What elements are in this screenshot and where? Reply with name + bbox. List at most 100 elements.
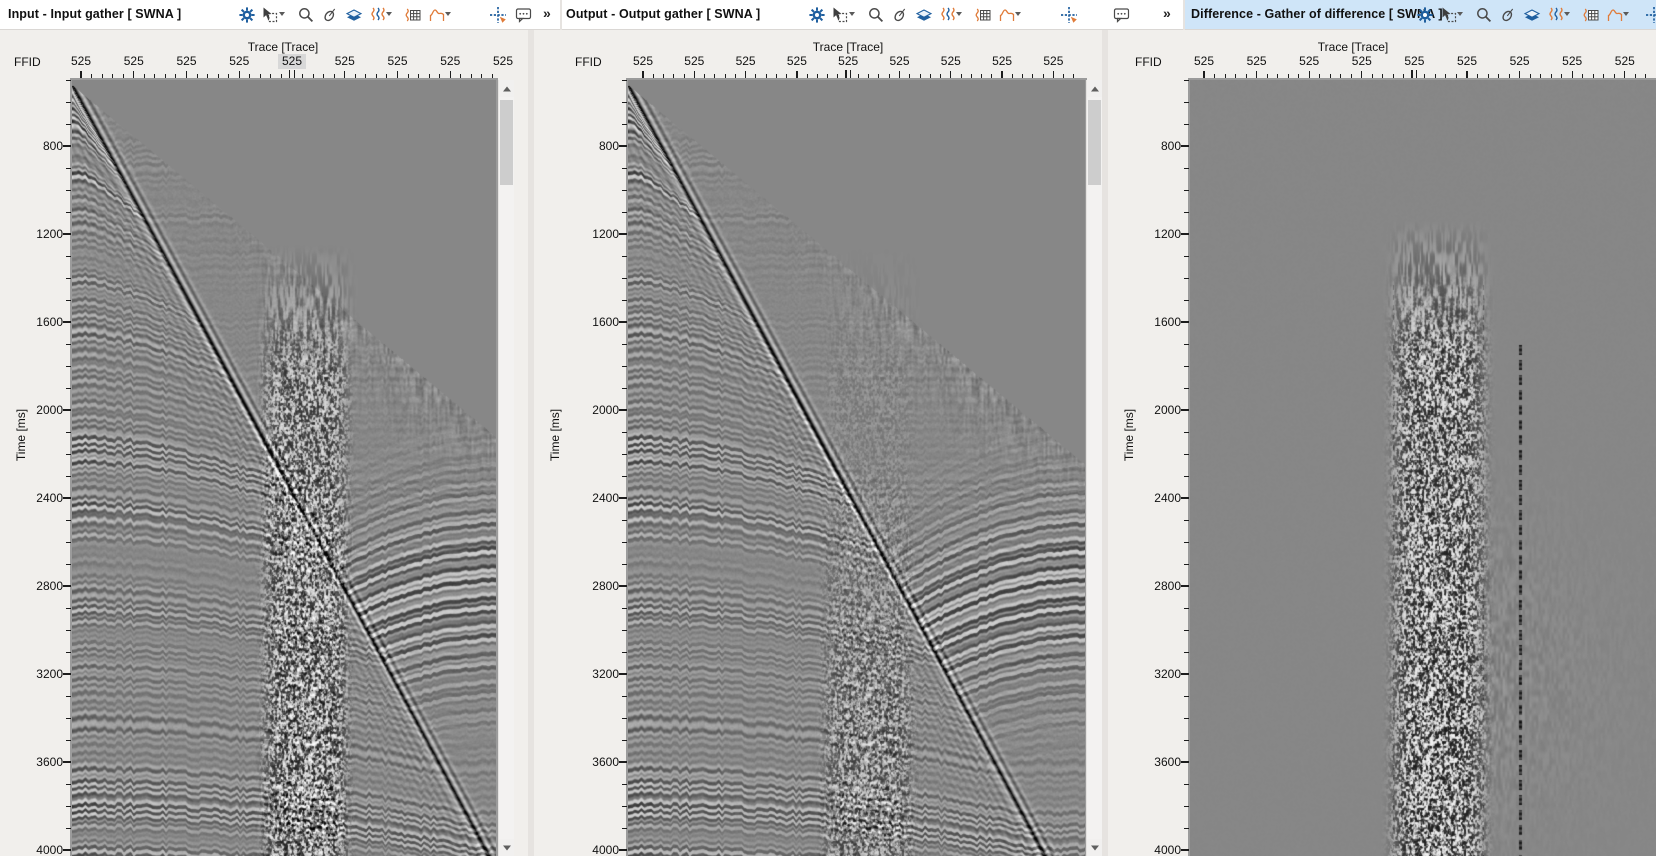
- panel-title: Input - Input gather [ SWNA ]: [8, 7, 182, 21]
- trace-axis-tick: [1298, 74, 1300, 78]
- gear-icon[interactable]: [238, 6, 256, 24]
- wiggle-icon[interactable]: [1547, 6, 1565, 24]
- trace-axis-tick: [207, 74, 209, 78]
- mouse-icon[interactable]: [891, 6, 909, 24]
- chevron-down-icon[interactable]: [1457, 12, 1463, 16]
- time-axis-tick: [622, 101, 627, 103]
- overflow-chevron-icon[interactable]: »: [543, 4, 551, 22]
- layers-icon[interactable]: [915, 6, 933, 24]
- seismic-image[interactable]: [72, 80, 496, 856]
- trace-tick-label: 525: [1509, 54, 1530, 68]
- time-tick-label: 3600: [592, 755, 619, 769]
- time-tick-label: 3600: [1154, 755, 1181, 769]
- vertical-scrollbar[interactable]: [498, 80, 514, 856]
- trace-axis-tick: [1319, 74, 1321, 78]
- trace-axis-tick: [1340, 74, 1342, 78]
- time-axis-tick: [1184, 541, 1189, 543]
- panel-header[interactable]: Input - Input gather [ SWNA ] »: [0, 0, 560, 30]
- panel-header[interactable]: Output - Output gather [ SWNA ] »: [562, 0, 1183, 30]
- chevron-down-icon[interactable]: [279, 12, 285, 16]
- panel-header[interactable]: Difference - Gather of difference [ SWNA…: [1185, 0, 1656, 30]
- scroll-down-button[interactable]: [1087, 839, 1102, 856]
- crosshair-icon[interactable]: [1060, 6, 1078, 24]
- scroll-up-button[interactable]: [499, 80, 514, 97]
- trace-axis-tick: [375, 74, 377, 78]
- grid-icon[interactable]: [404, 6, 422, 24]
- chevron-down-icon[interactable]: [1015, 12, 1021, 16]
- trace-axis-tick: [164, 74, 166, 78]
- zoom-icon[interactable]: [1475, 6, 1493, 24]
- trace-axis-tick: [673, 74, 675, 78]
- trace-axis-tick: [122, 74, 124, 78]
- trace-axis-tick: [683, 74, 685, 78]
- layers-icon[interactable]: [345, 6, 363, 24]
- crosshair-icon[interactable]: [489, 6, 507, 24]
- layers-icon[interactable]: [1523, 6, 1541, 24]
- time-axis-tick: [66, 189, 71, 191]
- scrollbar-thumb[interactable]: [500, 100, 513, 185]
- histogram-icon[interactable]: [1606, 6, 1624, 24]
- select-icon[interactable]: [261, 6, 279, 24]
- trace-axis-tick: [898, 71, 901, 78]
- zoom-icon[interactable]: [867, 6, 885, 24]
- scrollbar-thumb[interactable]: [1088, 100, 1101, 185]
- trace-axis-tick: [407, 74, 409, 78]
- time-axis-tick: [66, 431, 71, 433]
- trace-axis-tick: [491, 74, 493, 78]
- zoom-icon[interactable]: [297, 6, 315, 24]
- chevron-down-icon[interactable]: [956, 12, 962, 16]
- trace-tick-label: 525: [1614, 54, 1635, 68]
- histogram-icon[interactable]: [998, 6, 1016, 24]
- chevron-down-icon[interactable]: [849, 12, 855, 16]
- time-axis-tick: [66, 453, 71, 455]
- seismic-image[interactable]: [628, 80, 1085, 856]
- trace-axis-tick: [396, 71, 399, 78]
- panel-content: FFID Trace [Trace] Time [ms] 525 525 525 525 52…: [534, 30, 1102, 856]
- scroll-up-arrow-icon: [1090, 86, 1099, 91]
- select-icon[interactable]: [831, 6, 849, 24]
- chevron-down-icon[interactable]: [386, 12, 392, 16]
- time-axis-tick: [622, 519, 627, 521]
- time-axis-tick: [619, 585, 627, 587]
- trace-axis-tick: [1434, 74, 1436, 78]
- time-axis-tick: [66, 695, 71, 697]
- crosshair-icon[interactable]: [1645, 6, 1656, 24]
- time-axis-tick: [622, 739, 627, 741]
- time-tick-label: 4000: [592, 843, 619, 856]
- mouse-icon[interactable]: [1499, 6, 1517, 24]
- time-axis-tick: [1184, 167, 1189, 169]
- mouse-icon[interactable]: [321, 6, 339, 24]
- grid-icon[interactable]: [1582, 6, 1600, 24]
- time-axis-tick: [63, 321, 71, 323]
- time-axis-tick: [66, 299, 71, 301]
- time-axis-tick: [1184, 827, 1189, 829]
- chevron-down-icon[interactable]: [1623, 12, 1629, 16]
- chevron-down-icon[interactable]: [1564, 12, 1570, 16]
- chevron-down-icon[interactable]: [445, 12, 451, 16]
- trace-axis-tick: [323, 74, 325, 78]
- trace-axis-tick: [1529, 74, 1531, 78]
- time-axis-tick: [63, 409, 71, 411]
- gear-icon[interactable]: [808, 6, 826, 24]
- select-icon[interactable]: [1440, 6, 1458, 24]
- gear-icon[interactable]: [1416, 6, 1434, 24]
- scroll-up-button[interactable]: [1087, 80, 1102, 97]
- ffid-axis-label: FFID: [1135, 55, 1162, 69]
- trace-axis-tick: [470, 74, 472, 78]
- scroll-down-button[interactable]: [499, 839, 514, 856]
- grid-icon[interactable]: [974, 6, 992, 24]
- wiggle-icon[interactable]: [939, 6, 957, 24]
- comment-icon[interactable]: [1113, 6, 1131, 24]
- trace-axis-tick: [1011, 74, 1013, 78]
- wiggle-icon[interactable]: [369, 6, 387, 24]
- vertical-scrollbar[interactable]: [1086, 80, 1102, 856]
- trace-axis-tick: [101, 74, 103, 78]
- trace-marker-tick: [1416, 70, 1418, 78]
- overflow-chevron-icon[interactable]: »: [1163, 4, 1171, 22]
- trace-axis-tick: [704, 74, 706, 78]
- seismic-image[interactable]: [1190, 80, 1656, 856]
- trace-axis-tick: [970, 74, 972, 78]
- histogram-icon[interactable]: [428, 6, 446, 24]
- comment-icon[interactable]: [515, 6, 533, 24]
- time-axis-tick: [1184, 79, 1189, 81]
